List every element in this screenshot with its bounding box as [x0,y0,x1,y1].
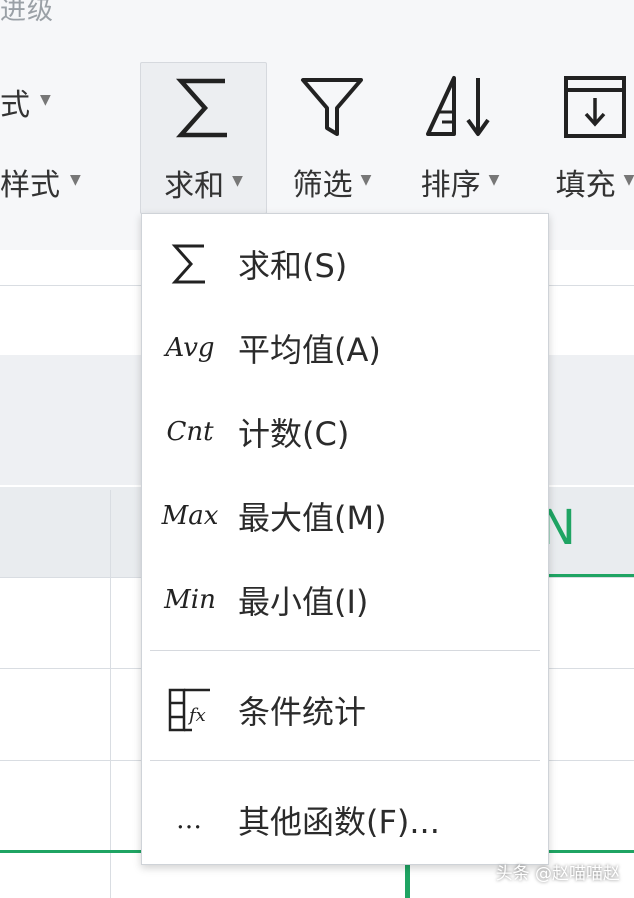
average-icon: Avg [165,333,215,363]
sigma-icon [142,242,238,286]
sort-button[interactable]: 排序 ▼ [410,62,510,212]
sum-button[interactable]: 求和 ▼ [140,62,267,214]
menu-item-label: 求和(S) [238,247,348,285]
menu-item-label: 平均值(A) [238,331,381,369]
style-dropdown-label: 式 [0,88,30,123]
menu-item-sum[interactable]: 求和(S) [142,222,548,306]
style-dropdown-partial[interactable]: 式 ▼ [0,80,51,124]
menu-separator [150,760,540,761]
grid-line [110,490,111,898]
cell-style-dropdown[interactable]: 样式 ▼ [0,160,81,204]
fill-button-label: 填充 [555,168,616,203]
sort-icon [420,62,500,152]
sigma-icon [169,63,239,153]
sum-button-label: 求和 [164,169,225,204]
chevron-down-icon: ▼ [232,173,243,189]
max-icon: Max [161,501,219,531]
menu-item-average[interactable]: Avg 平均值(A) [142,306,548,390]
cell-style-label: 样式 [0,168,60,203]
menu-item-label: 最小值(I) [238,583,369,621]
menu-item-label: 计数(C) [238,415,350,453]
filter-button-label: 筛选 [292,168,353,203]
chevron-down-icon: ▼ [360,172,372,188]
menu-item-more-functions[interactable]: … 其他函数(F)... [142,778,548,862]
menu-item-count[interactable]: Cnt 计数(C) [142,390,548,474]
chevron-down-icon: ▼ [488,172,500,188]
menu-separator [150,650,540,651]
filter-button[interactable]: 筛选 ▼ [282,62,382,212]
sort-button-label: 排序 [420,168,481,203]
chevron-down-icon: ▼ [70,172,81,188]
funnel-icon [297,62,367,152]
svg-text:fx: fx [187,705,206,726]
min-icon: Min [164,585,216,615]
fill-icon [560,62,630,152]
sum-dropdown-menu: 求和(S) Avg 平均值(A) Cnt 计数(C) Max 最大值(M) Mi… [141,213,549,865]
menu-item-label: 最大值(M) [238,499,387,537]
ellipsis-icon: … [176,805,204,835]
fill-button[interactable]: 填充 ▼ [540,62,634,212]
menu-item-label: 条件统计 [238,693,367,731]
conditional-stats-icon: fx [142,687,238,733]
menu-item-min[interactable]: Min 最小值(I) [142,558,548,642]
menu-item-label: 其他函数(F)... [238,803,440,841]
ribbon-group-caption: 进级 [0,0,55,26]
chevron-down-icon: ▼ [623,172,634,188]
menu-item-max[interactable]: Max 最大值(M) [142,474,548,558]
chevron-down-icon: ▼ [40,92,51,108]
watermark: 头条 @赵喵喵赵 [495,864,620,884]
menu-item-conditional-stats[interactable]: fx 条件统计 [142,668,548,752]
count-icon: Cnt [166,417,214,447]
